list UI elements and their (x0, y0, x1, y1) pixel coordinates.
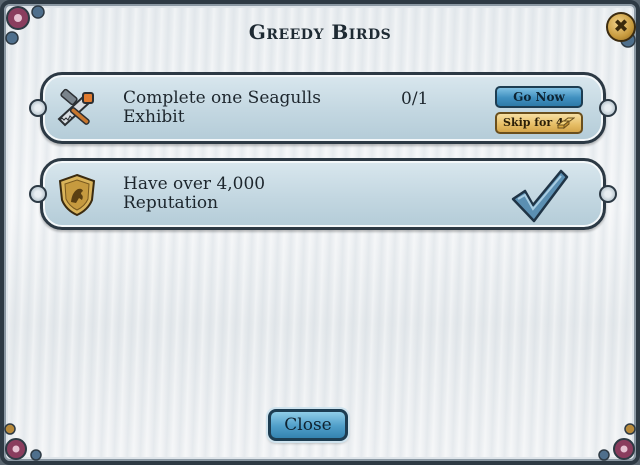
skip-button[interactable]: Skip for 4 (495, 112, 583, 134)
quest-text-line: Exhibit (123, 107, 185, 127)
quest-row-reputation: Have over 4,000 Reputation (29, 158, 617, 230)
quest-progress: 0/1 (401, 89, 429, 109)
gold-bars-icon (557, 117, 575, 129)
row-cap-ornament (599, 185, 617, 203)
skip-label: Skip for 4 (503, 116, 564, 129)
go-now-button[interactable]: Go Now (495, 86, 583, 108)
corner-flower-icon (598, 423, 636, 461)
hammer-saw-icon (53, 85, 101, 133)
close-x-button[interactable]: ✖ (606, 12, 636, 42)
quest-description: Complete one Seagulls Exhibit (123, 89, 363, 127)
corner-flower-icon (4, 423, 42, 461)
quest-description: Have over 4,000 Reputation (123, 175, 363, 213)
dialog-title: Greedy Birds (248, 20, 392, 44)
badge-shield-icon (53, 171, 101, 219)
quest-text-line: Have over 4,000 (123, 174, 266, 194)
checkmark-icon (511, 169, 569, 223)
row-cap-ornament (29, 99, 47, 117)
row-cap-ornament (29, 185, 47, 203)
quest-text-line: Reputation (123, 193, 219, 213)
quest-dialog: Greedy Birds ✖ Complete one Seagulls Exh… (0, 0, 640, 465)
row-cap-ornament (599, 99, 617, 117)
quest-row-seagulls: Complete one Seagulls Exhibit 0/1 Go Now… (29, 72, 617, 144)
close-button[interactable]: Close (268, 409, 348, 441)
close-icon: ✖ (613, 16, 629, 37)
quest-text-line: Complete one Seagulls (123, 88, 321, 108)
